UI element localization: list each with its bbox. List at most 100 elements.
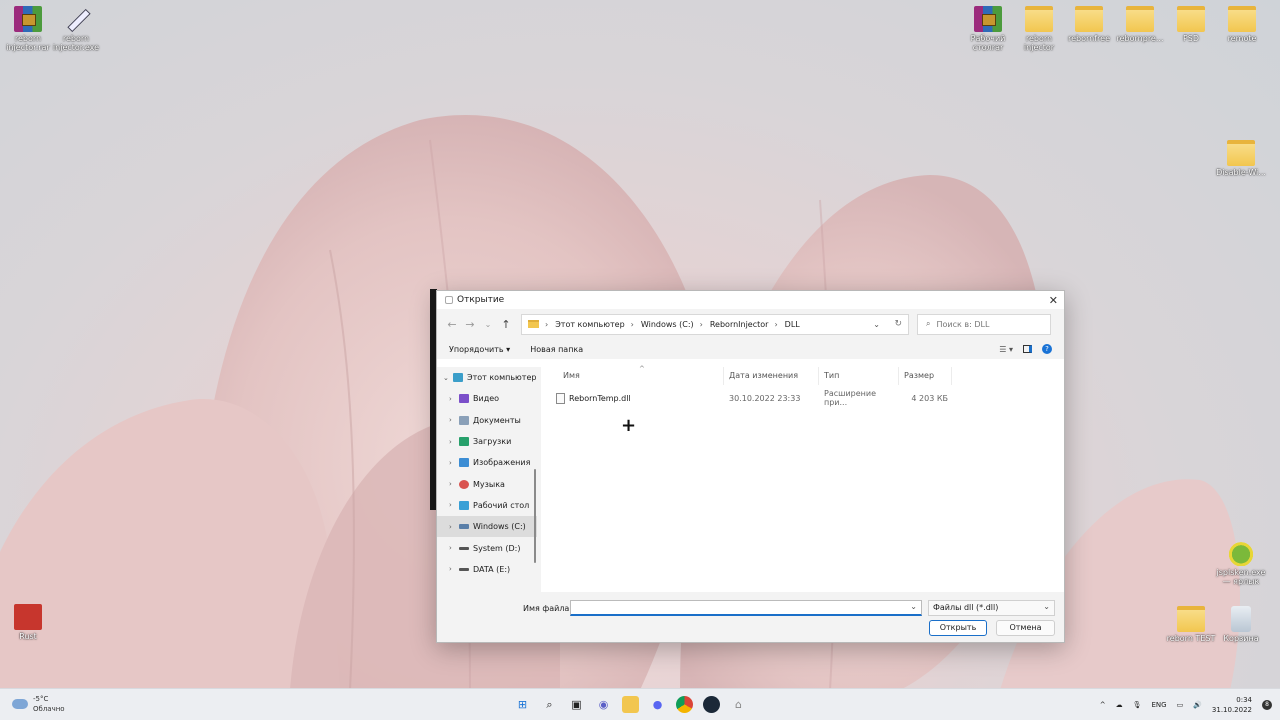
filetype-select[interactable]: Файлы dll (*.dll) ⌄ [928,600,1055,616]
column-header-name[interactable]: Имя [541,367,724,385]
windows-start-icon[interactable]: ⊞ [514,696,531,713]
desktop-icon-remote[interactable]: remote [1214,6,1270,43]
organize-button[interactable]: Упорядочить ▾ [449,345,510,354]
desktop-icon-recycle-bin[interactable]: Корзина [1213,606,1269,643]
address-bar[interactable]: › Этот компьютер › Windows (C:) › Reborn… [521,313,909,335]
nav-item-windows-c[interactable]: › Windows (C:) [437,516,537,538]
view-options-icon[interactable]: ☰ ▾ [999,345,1013,354]
app-icon[interactable]: ⌂ [730,696,747,713]
microphone-icon[interactable]: 🎙 [1133,701,1142,709]
nav-item-desktop[interactable]: › Рабочий стол [437,495,537,516]
nav-item-this-pc[interactable]: ⌄ Этот компьютер [437,367,537,388]
file-row[interactable]: RebornTemp.dll 30.10.2022 23:33 Расширен… [541,387,1064,409]
weather-widget[interactable]: -5°C Облачно [12,694,65,714]
search-icon[interactable]: ⌕ [541,696,558,713]
address-separator-icon: › [774,319,778,329]
file-explorer-icon[interactable] [622,696,639,713]
forward-arrow-icon[interactable]: → [461,318,479,331]
chevron-right-icon[interactable]: › [449,523,459,531]
chevron-right-icon[interactable]: › [449,416,459,424]
back-arrow-icon[interactable]: ← [443,318,461,331]
video-icon [459,394,469,404]
rust-game-icon [14,604,42,630]
chat-icon[interactable]: ◉ [595,696,612,713]
nav-item-music[interactable]: › Музыка [437,473,537,494]
chevron-right-icon[interactable]: › [449,438,459,446]
nav-item-data-e[interactable]: › DATA (E:) [437,559,537,580]
preview-pane-icon[interactable] [1023,345,1032,353]
dll-file-icon [556,392,565,404]
drive-icon [459,567,469,571]
filename-input[interactable]: ⌄ [570,600,922,616]
notification-badge[interactable]: 8 [1262,700,1272,710]
chevron-right-icon[interactable]: › [449,501,459,509]
chameleon-icon [1227,540,1255,566]
chevron-right-icon[interactable]: › [449,565,459,573]
cancel-button[interactable]: Отмена [996,620,1055,636]
chevron-right-icon[interactable]: › [449,544,459,552]
desktop-icon-rabochiy-stol-rar[interactable]: Рабочий столrar [960,6,1016,52]
open-file-dialog: Открытие ✕ ← → ⌄ ↑ › Этот компьютер › Wi… [436,290,1065,643]
dialog-titlebar[interactable]: Открытие ✕ [437,291,1064,309]
dialog-body: ⌄ Этот компьютер › Видео › Документы › З… [437,365,1064,594]
open-button[interactable]: Открыть [929,620,987,636]
breadcrumb-rebornin[interactable]: RebornInjector [710,320,769,329]
nav-scrollbar[interactable] [534,469,536,563]
up-arrow-icon[interactable]: ↑ [497,318,515,331]
desktop-icon-reborn-injector-folder[interactable]: reborn injector [1011,6,1067,52]
desktop-icon-rebornfree[interactable]: rebornfree [1061,6,1117,43]
desktop-icon-reborn-injector-exe[interactable]: reborn injector.exe [48,6,104,52]
breadcrumb-this-pc[interactable]: Этот компьютер [555,320,624,329]
clock[interactable]: 0:34 31.10.2022 [1212,695,1252,715]
folder-icon [1126,6,1154,32]
chrome-icon[interactable] [676,696,693,713]
help-icon[interactable]: ? [1042,344,1052,354]
close-icon[interactable]: ✕ [1049,294,1058,307]
nav-label: System (D:) [473,543,521,553]
desktop-icon-rebornpre[interactable]: rebornpre... [1112,6,1168,43]
breadcrumb-windows-c[interactable]: Windows (C:) [641,320,694,329]
chevron-right-icon[interactable]: › [449,395,459,403]
search-input[interactable]: ⌕ Поиск в: DLL [917,313,1051,335]
desktop-icon-disable-wi[interactable]: Disable-Wi... [1213,140,1269,177]
nav-item-pictures[interactable]: › Изображения [437,452,537,473]
taskbar: -5°C Облачно ⊞ ⌕ ▣ ◉ ● ⌂ ^ ☁ 🎙 ENG ▭ 🔊 0… [0,688,1280,720]
nav-item-downloads[interactable]: › Загрузки [437,431,537,452]
crosshair-cursor-icon: + [621,415,637,436]
column-header-type[interactable]: Тип [819,367,899,385]
desktop-icon-rust[interactable]: Rust [0,604,56,641]
steam-icon[interactable] [703,696,720,713]
desktop-icon-psd[interactable]: PSD [1163,6,1219,43]
file-name-cell: RebornTemp.dll [541,392,724,404]
column-header-date[interactable]: Дата изменения [724,367,819,385]
chevron-right-icon[interactable]: › [449,480,459,488]
chevron-down-icon[interactable]: ⌄ [443,374,453,382]
onedrive-icon[interactable]: ☁ [1116,701,1123,709]
desktop-icon-reborn-test[interactable]: reborn TEST [1163,606,1219,643]
drive-icon [459,546,469,550]
nav-item-video[interactable]: › Видео [437,388,537,409]
recent-locations-chevron-icon[interactable]: ⌄ [479,320,497,329]
refresh-icon[interactable]: ↻ [894,319,902,329]
new-folder-button[interactable]: Новая папка [530,345,583,354]
dialog-app-icon [445,296,453,304]
breadcrumb-dll[interactable]: DLL [785,320,800,329]
nav-label: Windows (C:) [473,522,526,532]
folder-icon [1075,6,1103,32]
nav-item-documents[interactable]: › Документы [437,410,537,431]
nav-item-system-d[interactable]: › System (D:) [437,537,537,558]
discord-icon[interactable]: ● [649,696,666,713]
syringe-icon [62,6,90,32]
column-header-size[interactable]: Размер [899,367,952,385]
task-view-icon[interactable]: ▣ [568,696,585,713]
volume-icon[interactable]: 🔊 [1193,701,1202,709]
chevron-down-icon[interactable]: ⌄ [910,602,917,611]
chevron-right-icon[interactable]: › [449,459,459,467]
desktop-icon-jsplsken-shortcut[interactable]: jsplsken.exe — ярлык [1213,540,1269,586]
address-separator-icon: › [630,319,634,329]
chevron-up-icon[interactable]: ^ [1100,701,1106,709]
dialog-footer: Имя файла: ⌄ Файлы dll (*.dll) ⌄ Открыть… [437,592,1064,642]
language-indicator[interactable]: ENG [1151,701,1166,709]
address-dropdown-icon[interactable]: ⌄ [873,320,880,329]
network-icon[interactable]: ▭ [1177,701,1184,709]
